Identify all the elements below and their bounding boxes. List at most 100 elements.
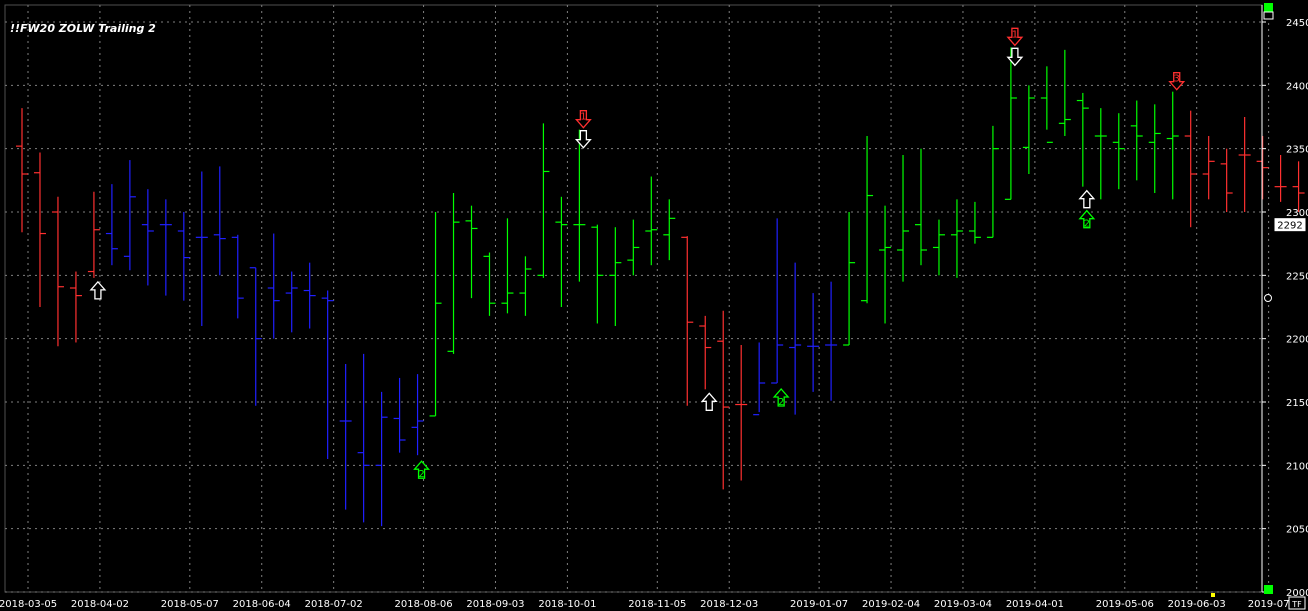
x-tick-label: 2018-06-04 <box>233 599 291 610</box>
last-price-label: 2292 <box>1277 221 1302 232</box>
ohlc-bar <box>573 129 586 282</box>
ohlc-bar <box>357 353 370 523</box>
buy-signal-icon <box>89 280 107 300</box>
x-tick-label: 2019-03-04 <box>934 599 992 610</box>
ohlc-bar <box>51 196 64 347</box>
signal-label: 2 <box>1084 219 1090 230</box>
ohlc-bar <box>1130 100 1143 181</box>
ohlc-bar <box>771 218 784 384</box>
ohlc-bar <box>177 212 190 301</box>
ohlc-bar <box>825 281 838 401</box>
ohlc-bar <box>231 234 244 319</box>
ohlc-bar <box>267 233 280 339</box>
ohlc-bar <box>591 224 604 324</box>
ohlc-bar <box>1004 47 1017 200</box>
ohlc-bar <box>627 219 640 276</box>
x-tick-label: 2018-05-07 <box>161 599 219 610</box>
x-tick-label: 2018-12-03 <box>700 599 758 610</box>
ohlc-bar <box>213 166 226 276</box>
ohlc-bar <box>375 391 388 527</box>
x-tick-label: 2019-02-04 <box>862 599 920 610</box>
ohlc-bar <box>195 171 208 326</box>
ohlc-bar <box>645 176 658 266</box>
ohlc-bar <box>1040 66 1053 143</box>
ohlc-bar <box>393 377 406 453</box>
sell-signal-icon: 3 <box>1168 72 1186 91</box>
ohlc-bar <box>915 148 927 266</box>
x-tick-label: 2019-05-06 <box>1096 599 1154 610</box>
down-arrow-shape <box>1006 47 1024 67</box>
ohlc-bar <box>33 152 46 307</box>
ohlc-bar <box>1292 161 1305 212</box>
ohlc-bar <box>1184 110 1197 228</box>
sell-signal-icon <box>574 130 592 149</box>
y-tick-label: 2350 <box>1286 145 1308 156</box>
up-arrow-shape <box>1078 189 1096 209</box>
ohlc-bar <box>843 212 856 346</box>
scale-top-handle[interactable] <box>1264 3 1273 12</box>
chart-title: !!FW20 ZOLW Trailing 2 <box>10 22 156 35</box>
ohlc-bar <box>950 199 963 278</box>
ohlc-bar <box>681 236 694 406</box>
y-tick-label: 2400 <box>1286 81 1308 92</box>
ohlc-bar <box>465 205 478 299</box>
x-tick-label: 2019-04-01 <box>1006 599 1064 610</box>
buy-signal-icon <box>700 392 718 411</box>
buy-signal-icon <box>1078 189 1096 209</box>
chart-root: 2121232 20002050210021502200225023002350… <box>0 0 1308 611</box>
buy-signal-icon: 2 <box>1078 209 1096 230</box>
ohlc-bar <box>879 205 892 324</box>
ohlc-bar <box>285 271 298 333</box>
ohlc-bar <box>447 193 460 354</box>
ohlc-bar <box>932 219 945 276</box>
ohlc-bar <box>87 191 100 278</box>
ohlc-bar <box>1076 92 1089 187</box>
ohlc-bar <box>159 199 172 296</box>
ohlc-bar <box>105 184 118 266</box>
y-tick-label: 2450 <box>1286 18 1308 29</box>
buy-signal-icon: 2 <box>413 460 430 480</box>
x-tick-label: 2019-07 <box>1248 599 1290 610</box>
grid-layer <box>4 4 1270 593</box>
y-tick-label: 2250 <box>1286 271 1308 282</box>
ohlc-bar <box>1166 91 1179 200</box>
ohlc-bar <box>986 125 999 238</box>
x-tick-label: 2018-08-06 <box>394 599 452 610</box>
ohlc-bar <box>1238 117 1251 212</box>
ohlc-bar <box>537 123 550 278</box>
plot-frame <box>4 4 1263 593</box>
sell-signal-icon <box>1006 47 1024 67</box>
y-tick-label: 2150 <box>1286 398 1308 409</box>
current-bar-marker <box>1211 593 1215 597</box>
ohlc-bar <box>303 262 316 329</box>
x-tick-label: 2019-06-03 <box>1168 599 1226 610</box>
ohlc-bar <box>753 342 766 416</box>
ohlc-bar <box>501 218 514 314</box>
x-tick-label: 2018-09-03 <box>466 599 524 610</box>
ohlc-bar <box>789 262 802 415</box>
buy-signal-icon: 2 <box>772 388 790 408</box>
timeframe-button-label: TF <box>1291 600 1302 609</box>
ohlc-bar <box>69 271 82 343</box>
up-arrow-shape <box>89 280 107 300</box>
ohlc-bar <box>123 160 136 271</box>
ohlc-bar <box>1202 136 1215 200</box>
x-tick-label: 2018-11-05 <box>628 599 686 610</box>
ohlc-bar <box>1022 85 1035 174</box>
x-tick-label: 2019-01-07 <box>790 599 848 610</box>
bars-layer <box>16 47 1305 527</box>
ohlc-bar <box>411 374 424 456</box>
ohlc-bar <box>483 252 496 316</box>
ohlc-bar <box>699 315 712 390</box>
ohlc-bar <box>1058 49 1071 136</box>
ohlc-bar <box>429 212 442 417</box>
signal-label: 2 <box>778 397 784 408</box>
scale-bottom-handle[interactable] <box>1264 585 1273 594</box>
ohlc-bar <box>141 189 154 286</box>
y-tick-label: 2100 <box>1286 461 1308 472</box>
y-tick-label: 2200 <box>1286 335 1308 346</box>
scale-toggle-icon[interactable] <box>1263 11 1274 20</box>
scale-center-handle[interactable] <box>1264 294 1272 302</box>
up-arrow-shape <box>700 392 718 411</box>
ohlc-bar <box>249 267 262 406</box>
